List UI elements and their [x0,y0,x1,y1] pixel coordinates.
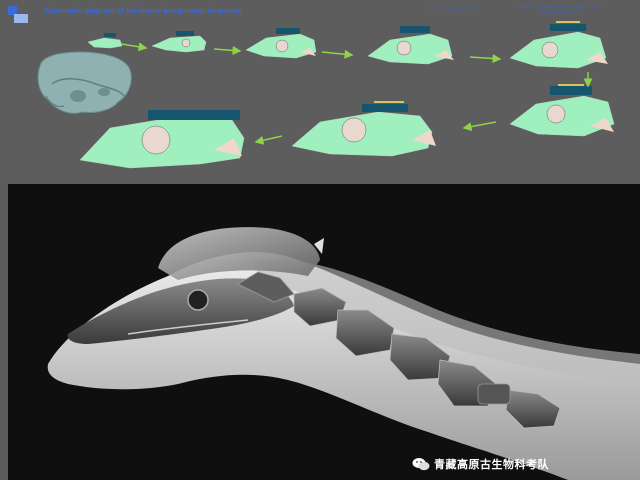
schematic-panel: Schematic diagram of the horny integumen… [0,0,640,184]
stage-7 [291,101,436,157]
reconstruction-render-panel [8,184,640,480]
wechat-icon [412,458,430,471]
stage-1 [87,33,123,49]
stage-3 [245,28,317,59]
stage-8 [79,110,245,169]
schematic-diagram [37,21,615,169]
watermark-text: 青藏高原古生物科考队 [434,458,549,471]
skull-neck-reconstruction [8,184,640,480]
stage-4 [367,26,454,65]
stage-2 [151,31,207,53]
stage-6 [509,84,615,137]
skull-model-thumbnail [37,51,132,114]
stage-5 [509,21,608,69]
watermark: 青藏高原古生物科考队 [412,456,549,472]
